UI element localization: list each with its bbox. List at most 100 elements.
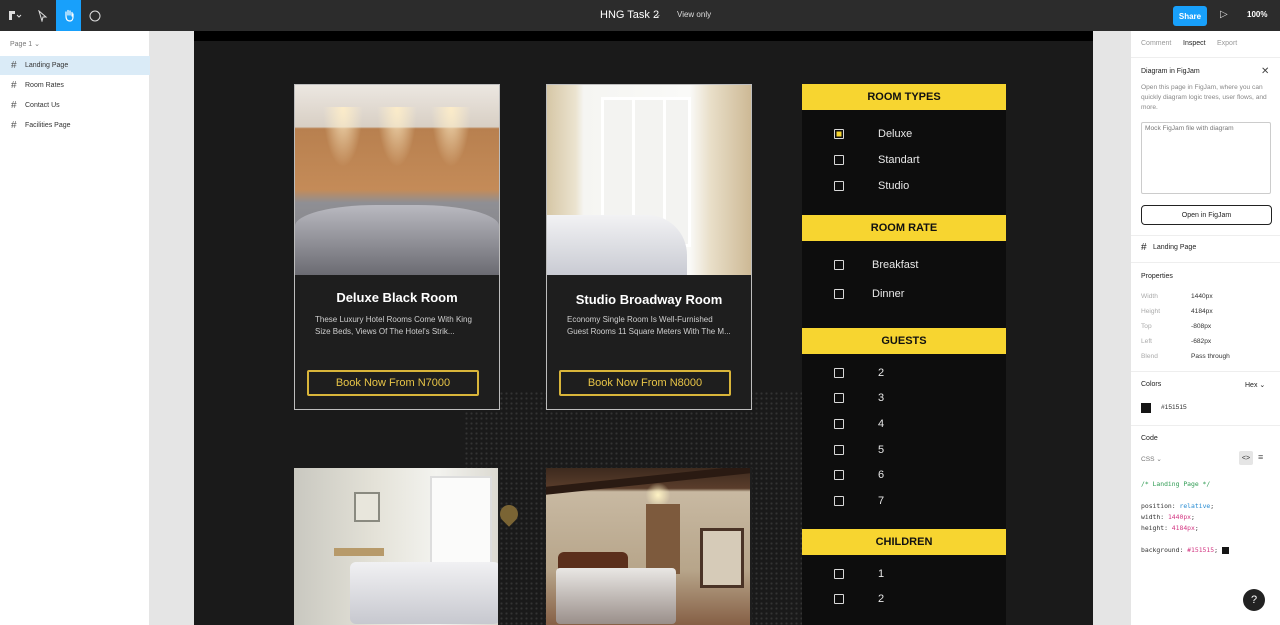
code-title: Code bbox=[1141, 435, 1158, 442]
checkbox[interactable] bbox=[834, 368, 844, 378]
open-in-figjam-button[interactable]: Open in FigJam bbox=[1141, 205, 1272, 225]
colors-title: Colors bbox=[1141, 381, 1162, 388]
checkbox[interactable] bbox=[834, 393, 844, 403]
filter-option-guests-4[interactable]: 4 bbox=[834, 418, 884, 430]
prop-key: Height bbox=[1141, 308, 1161, 315]
move-tool-icon[interactable] bbox=[32, 0, 54, 31]
comment-icon[interactable] bbox=[84, 0, 106, 31]
prop-value: 1440px bbox=[1191, 293, 1213, 300]
zoom-level[interactable]: 100% bbox=[1247, 10, 1267, 19]
figjam-preview-image: Mock FigJam file with diagram bbox=[1141, 122, 1271, 194]
divider bbox=[1131, 371, 1280, 372]
filter-option-guests-3[interactable]: 3 bbox=[834, 392, 884, 404]
filter-heading-room-types: ROOM TYPES bbox=[802, 84, 1006, 110]
list-view-icon[interactable]: ≡ bbox=[1258, 452, 1263, 462]
code-comment: /* Landing Page */ bbox=[1141, 480, 1211, 488]
hand-tool-icon[interactable] bbox=[56, 0, 81, 31]
layer-landing-page[interactable]: # Landing Page bbox=[0, 56, 150, 75]
properties-title: Properties bbox=[1141, 273, 1173, 280]
checkbox[interactable] bbox=[834, 155, 844, 165]
checkbox-checked[interactable] bbox=[834, 129, 844, 139]
room-card-3[interactable] bbox=[294, 468, 500, 625]
checkbox[interactable] bbox=[834, 260, 844, 270]
prop-value: -808px bbox=[1191, 323, 1212, 330]
code-view-icon[interactable]: <> bbox=[1239, 451, 1253, 465]
checkbox[interactable] bbox=[834, 569, 844, 579]
filter-option-guests-2[interactable]: 2 bbox=[834, 367, 884, 379]
inspect-panel: Comment Inspect Export Diagram in FigJam… bbox=[1130, 31, 1280, 625]
filter-heading-children: CHILDREN bbox=[802, 529, 1006, 555]
room-photo bbox=[294, 468, 498, 625]
room-photo bbox=[546, 468, 750, 625]
file-title[interactable]: HNG Task 2 bbox=[600, 9, 659, 21]
share-button[interactable]: Share bbox=[1173, 6, 1207, 26]
frame-icon: # bbox=[11, 80, 17, 91]
checkbox[interactable] bbox=[834, 445, 844, 455]
room-card-deluxe[interactable]: Deluxe Black Room These Luxury Hotel Roo… bbox=[294, 84, 500, 410]
figma-menu-icon[interactable] bbox=[4, 0, 26, 31]
room-card-4[interactable] bbox=[546, 468, 752, 625]
room-photo-studio bbox=[547, 85, 751, 275]
filter-option-guests-5[interactable]: 5 bbox=[834, 444, 884, 456]
tab-comment[interactable]: Comment bbox=[1141, 40, 1171, 47]
close-icon[interactable]: ✕ bbox=[1261, 66, 1269, 77]
prop-key: Left bbox=[1141, 338, 1152, 345]
room-filter-sidebar: ROOM TYPES Deluxe Standart Studio ROOM R… bbox=[802, 84, 1006, 625]
layer-room-rates[interactable]: # Room Rates bbox=[0, 76, 150, 95]
code-line: height: 4184px; bbox=[1141, 524, 1199, 532]
page-selector[interactable]: Page 1 ⌄ bbox=[10, 40, 40, 48]
room-title: Deluxe Black Room bbox=[336, 290, 458, 305]
checkbox[interactable] bbox=[834, 470, 844, 480]
frame-icon: # bbox=[11, 60, 17, 71]
filter-option-studio[interactable]: Studio bbox=[834, 180, 909, 192]
color-format-dropdown[interactable]: Hex ⌄ bbox=[1245, 381, 1265, 389]
canvas[interactable]: Deluxe Black Room These Luxury Hotel Roo… bbox=[150, 31, 1130, 625]
filter-option-breakfast[interactable]: Breakfast bbox=[834, 259, 918, 271]
layer-contact-us[interactable]: # Contact Us bbox=[0, 96, 150, 115]
figjam-description: Open this page in FigJam, where you can … bbox=[1141, 84, 1267, 111]
room-description: Economy Single Room Is Well-Furnished Gu… bbox=[567, 315, 731, 336]
selection-name: Landing Page bbox=[1153, 244, 1197, 251]
frame-icon: # bbox=[11, 120, 17, 131]
frame-icon: # bbox=[11, 100, 17, 111]
divider bbox=[1131, 425, 1280, 426]
filter-option-guests-7[interactable]: 7 bbox=[834, 495, 884, 507]
checkbox[interactable] bbox=[834, 181, 844, 191]
checkbox[interactable] bbox=[834, 496, 844, 506]
chevron-down-icon[interactable]: ⌄ bbox=[654, 9, 662, 20]
filter-option-dinner[interactable]: Dinner bbox=[834, 288, 904, 300]
code-line: position: relative; bbox=[1141, 502, 1215, 510]
filter-option-deluxe[interactable]: Deluxe bbox=[834, 128, 912, 140]
help-button[interactable]: ? bbox=[1243, 589, 1265, 611]
room-card-studio[interactable]: Studio Broadway Room Economy Single Room… bbox=[546, 84, 752, 410]
divider bbox=[1131, 235, 1280, 236]
tab-inspect[interactable]: Inspect bbox=[1183, 40, 1206, 47]
prop-key: Width bbox=[1141, 293, 1158, 300]
code-language-dropdown[interactable]: CSS ⌄ bbox=[1141, 455, 1162, 463]
frame-icon: # bbox=[1141, 242, 1147, 253]
prop-key: Blend bbox=[1141, 353, 1158, 360]
figjam-title: Diagram in FigJam bbox=[1141, 68, 1200, 75]
filter-option-guests-6[interactable]: 6 bbox=[834, 469, 884, 481]
color-value[interactable]: #151515 bbox=[1161, 404, 1187, 411]
filter-heading-room-rate: ROOM RATE bbox=[802, 215, 1006, 241]
prop-value: -682px bbox=[1191, 338, 1212, 345]
book-now-button[interactable]: Book Now From N8000 bbox=[559, 370, 731, 396]
landing-page-frame[interactable]: Deluxe Black Room These Luxury Hotel Roo… bbox=[194, 31, 1093, 625]
play-icon[interactable]: ▷ bbox=[1220, 9, 1228, 20]
divider bbox=[1131, 262, 1280, 263]
checkbox[interactable] bbox=[834, 289, 844, 299]
filter-option-children-1[interactable]: 1 bbox=[834, 568, 884, 580]
layer-facilities-page[interactable]: # Facilities Page bbox=[0, 116, 150, 135]
frame-header-bar bbox=[194, 31, 1093, 41]
checkbox[interactable] bbox=[834, 419, 844, 429]
view-only-label: View only bbox=[677, 10, 712, 19]
checkbox[interactable] bbox=[834, 594, 844, 604]
color-swatch[interactable] bbox=[1141, 403, 1151, 413]
filter-heading-guests: GUESTS bbox=[802, 328, 1006, 354]
filter-option-children-2[interactable]: 2 bbox=[834, 593, 884, 605]
tab-export[interactable]: Export bbox=[1217, 40, 1237, 47]
filter-option-standart[interactable]: Standart bbox=[834, 154, 920, 166]
book-now-button[interactable]: Book Now From N7000 bbox=[307, 370, 479, 396]
prop-value: Pass through bbox=[1191, 353, 1230, 360]
